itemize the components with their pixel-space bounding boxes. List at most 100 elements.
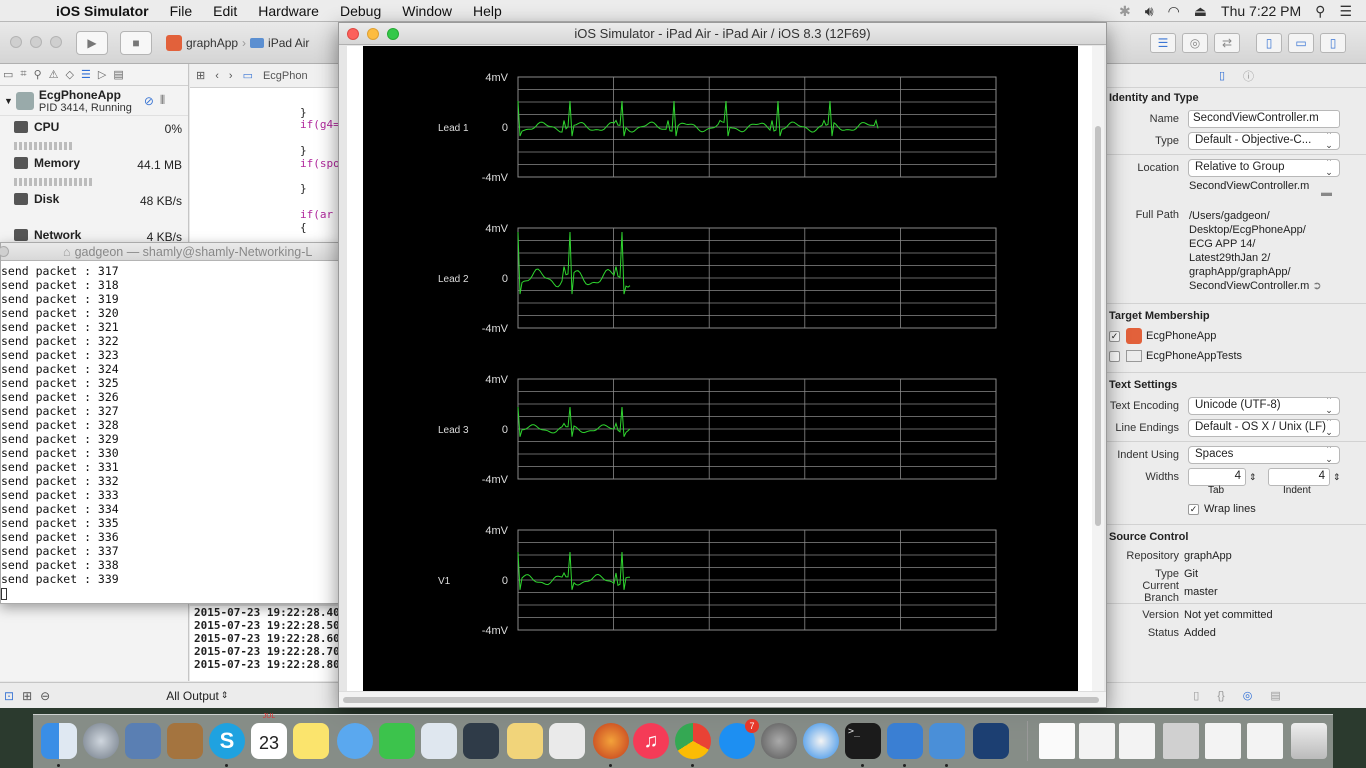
spotlight-search-icon[interactable]: ⚲ (1315, 3, 1325, 20)
symbol-nav-icon[interactable]: ⌗ (20, 68, 26, 81)
sim-vertical-scrollbar[interactable] (1092, 46, 1104, 692)
object-library-icon[interactable]: ◎ (1243, 689, 1253, 702)
skype-icon[interactable]: S (209, 723, 245, 759)
notification-center-icon[interactable]: ☰ (1339, 3, 1352, 20)
breakpoint-nav-icon[interactable]: ▷ (98, 68, 106, 81)
system-preferences-icon[interactable] (761, 723, 797, 759)
code-snippet-icon[interactable]: {} (1217, 690, 1224, 702)
reveal-arrow-icon[interactable]: ➲ (1312, 280, 1321, 292)
sim-horizontal-scrollbar[interactable] (339, 691, 1106, 707)
pause-icon[interactable]: ⊘ (144, 94, 154, 108)
wrap-lines-checkbox[interactable]: ✓ (1188, 503, 1199, 515)
utilities-toggle-icon[interactable]: ▯ (1320, 33, 1346, 53)
hide-debug-icon[interactable]: ⊡ (4, 689, 14, 703)
menu-debug[interactable]: Debug (340, 3, 381, 19)
tab-stepper-icon[interactable]: ⇕ (1249, 472, 1257, 483)
forward-icon[interactable]: › (229, 70, 233, 82)
debug-nav-icon[interactable]: ☰ (81, 68, 91, 81)
scheme-selector[interactable]: graphApp › iPad Air (166, 32, 309, 54)
zoom-window-button[interactable] (50, 36, 62, 48)
back-icon[interactable]: ‹ (215, 70, 219, 82)
notes-icon[interactable] (293, 723, 329, 759)
find-nav-icon[interactable]: ⚲ (34, 68, 42, 81)
simulator-icon[interactable] (887, 723, 923, 759)
name-field[interactable]: SecondViewController.m (1188, 110, 1340, 128)
encoding-select[interactable]: Unicode (UTF-8) (1188, 397, 1340, 415)
trash-icon[interactable] (1291, 723, 1327, 759)
sim-zoom-button[interactable] (387, 28, 399, 40)
disk-gauge[interactable]: Disk 48 KB/s (0, 188, 188, 224)
xcode-icon[interactable] (929, 723, 965, 759)
photo-booth-icon[interactable] (463, 723, 499, 759)
standard-editor-icon[interactable]: ☰ (1150, 33, 1176, 53)
numbers-icon[interactable] (549, 723, 585, 759)
run-button[interactable]: ▶ (76, 31, 108, 55)
stack-icon[interactable] (1079, 723, 1115, 759)
launchpad-icon[interactable] (83, 723, 119, 759)
indent-using-select[interactable]: Spaces (1188, 446, 1340, 464)
filter-icon[interactable]: ⊖ (40, 689, 50, 703)
stack-icon[interactable] (1247, 723, 1283, 759)
stack-icon[interactable] (1205, 723, 1241, 759)
menu-help[interactable]: Help (473, 3, 502, 19)
pages-icon[interactable] (507, 723, 543, 759)
preview-icon[interactable] (421, 723, 457, 759)
split-console-icon[interactable]: ⊞ (22, 689, 32, 703)
test-nav-icon[interactable]: ◇ (66, 68, 74, 81)
project-nav-icon[interactable]: ▭ (3, 68, 13, 81)
process-row[interactable]: ▼ EcgPhoneApp PID 3414, Running ⊘ ⫴ (0, 86, 188, 116)
itunes-icon[interactable]: ♫ (633, 723, 669, 759)
stack-icon[interactable] (1119, 723, 1155, 759)
version-editor-icon[interactable]: ⇄ (1214, 33, 1240, 53)
facetime-icon[interactable] (379, 723, 415, 759)
tab-width-field[interactable]: 4 (1188, 468, 1246, 486)
type-select[interactable]: Default - Objective-C... (1188, 132, 1340, 150)
stack-icon[interactable] (1163, 723, 1199, 759)
wifi-icon[interactable]: ◠ (1168, 3, 1180, 20)
target-checkbox[interactable]: ✓ (1109, 330, 1120, 342)
indent-stepper-icon[interactable]: ⇕ (1333, 472, 1341, 483)
debug-area-toggle-icon[interactable]: ▭ (1288, 33, 1314, 53)
firefox-icon[interactable] (593, 723, 629, 759)
sim-minimize-button[interactable] (367, 28, 379, 40)
menu-window[interactable]: Window (402, 3, 452, 19)
console-filter-select[interactable]: All Output (166, 689, 219, 703)
mail-icon[interactable] (125, 723, 161, 759)
calendar-icon[interactable]: JUL 23 (251, 713, 287, 759)
chrome-icon[interactable] (675, 723, 711, 759)
media-library-icon[interactable]: ▤ (1270, 689, 1280, 702)
quick-help-icon[interactable]: ⓘ (1243, 68, 1254, 84)
messages-icon[interactable] (337, 723, 373, 759)
indent-width-field[interactable]: 4 (1268, 468, 1330, 486)
menu-app-name[interactable]: iOS Simulator (56, 3, 149, 19)
bluetooth-icon[interactable]: ✱ (1119, 3, 1131, 20)
line-endings-select[interactable]: Default - OS X / Unix (LF) (1188, 419, 1340, 437)
volume-icon[interactable]: 🔊︎ (1145, 3, 1154, 20)
menu-edit[interactable]: Edit (213, 3, 237, 19)
issue-nav-icon[interactable]: ⚠ (49, 68, 59, 81)
stop-button[interactable]: ■ (120, 31, 152, 55)
menu-hardware[interactable]: Hardware (258, 3, 319, 19)
device-screen[interactable]: Lead 1 4mV 0 -4mV Lead 2 4mV 0 -4mV Lead 3 4mV 0 -4… (363, 46, 1092, 692)
eject-icon[interactable]: ⏏ (1194, 3, 1207, 20)
close-window-button[interactable] (10, 36, 22, 48)
folder-icon[interactable]: ▬ (1321, 187, 1332, 199)
related-items-icon[interactable]: ⊞ (196, 69, 205, 82)
debug-console[interactable]: 2015-07-23 19:22:28.40 2015-07-23 19:22:… (190, 606, 340, 681)
file-template-icon[interactable]: ▯ (1193, 689, 1199, 702)
contacts-icon[interactable] (167, 723, 203, 759)
target-checkbox[interactable] (1109, 350, 1120, 362)
disclosure-triangle-icon[interactable]: ▼ (4, 96, 13, 106)
instruments-icon[interactable] (973, 723, 1009, 759)
finder-icon[interactable] (41, 723, 77, 759)
code-editor[interactable]: ⊞ ‹ › ▭ EcgPhon } if(g4= } if(spo } if(a… (190, 64, 340, 254)
terminal-close-button[interactable] (0, 246, 9, 257)
report-nav-icon[interactable]: ▤ (113, 68, 123, 81)
document-icon[interactable] (1039, 723, 1075, 759)
assistant-editor-icon[interactable]: ◎ (1182, 33, 1208, 53)
jump-bar-file[interactable]: EcgPhon (263, 70, 308, 82)
navigator-toggle-icon[interactable]: ▯ (1256, 33, 1282, 53)
safari-icon[interactable] (803, 723, 839, 759)
terminal-icon[interactable]: >_ (845, 723, 881, 759)
file-inspector-icon[interactable]: ▯ (1219, 69, 1225, 82)
